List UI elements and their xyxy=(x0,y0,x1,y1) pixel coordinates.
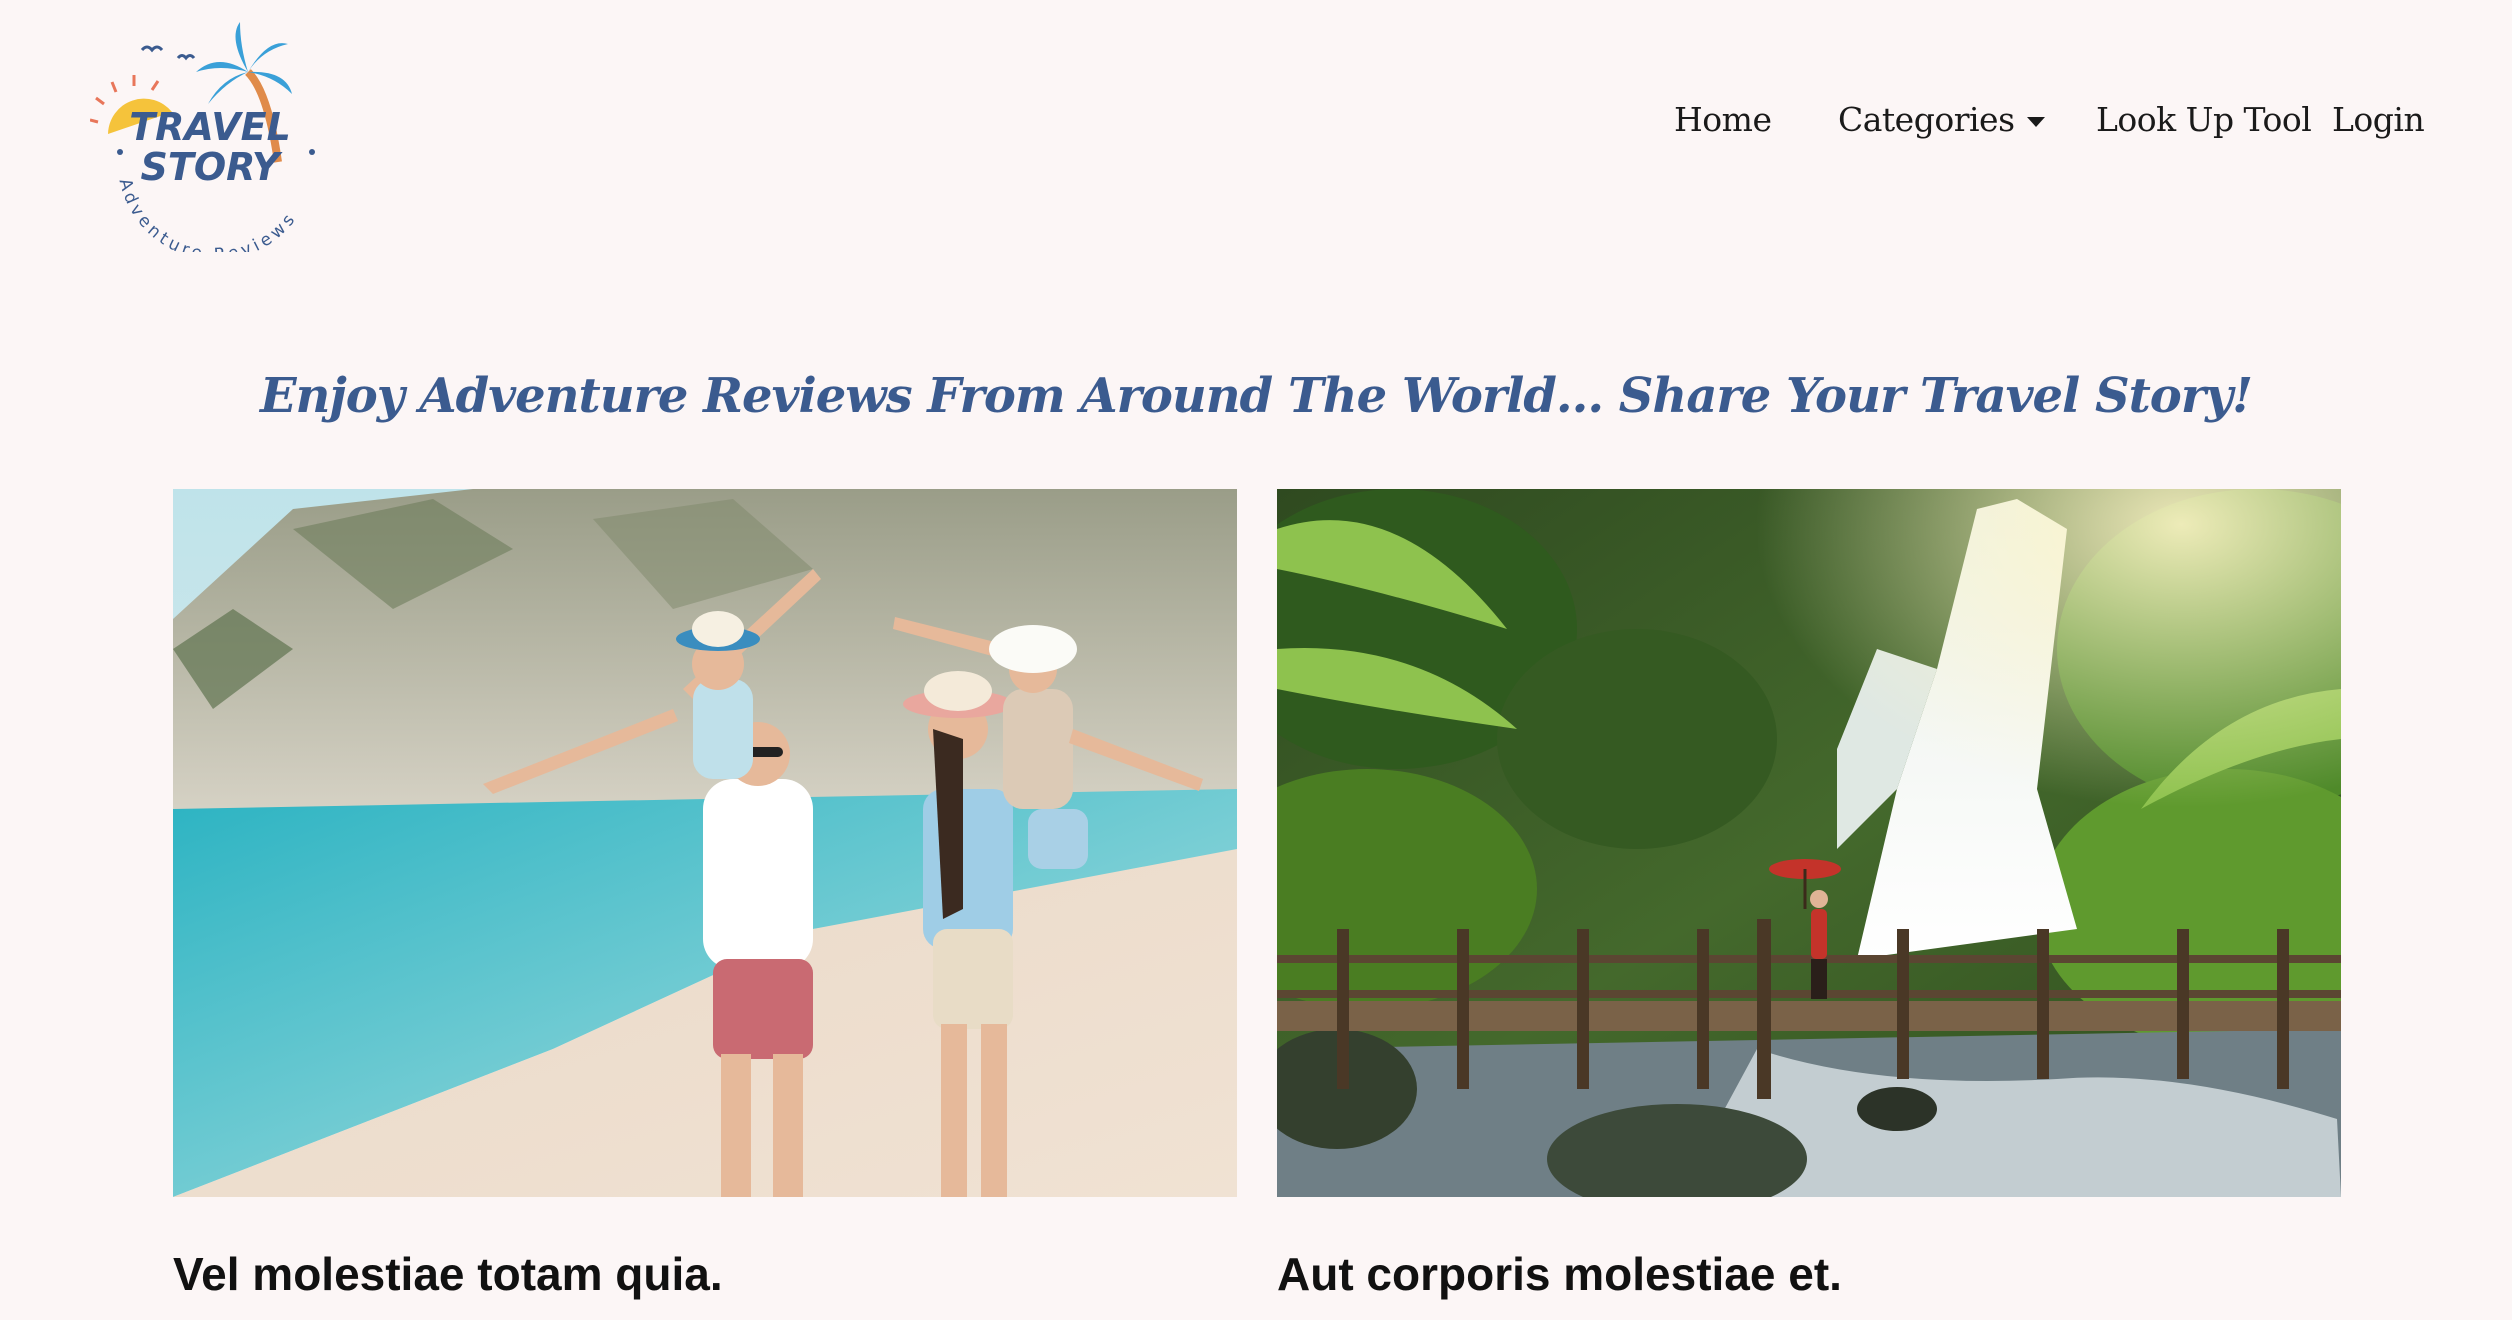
bird-icon xyxy=(140,45,196,61)
waterfall-bridge-photo[interactable] xyxy=(1277,489,2341,1197)
beach-family-photo[interactable] xyxy=(173,489,1237,1197)
page-tagline: Enjoy Adventure Reviews From Around The … xyxy=(259,368,2253,424)
caret-down-icon xyxy=(2026,117,2045,127)
review-card: Aut corporis molestiae et. xyxy=(1277,489,2341,1301)
review-card: Vel molestiae totam quia. xyxy=(173,489,1237,1301)
nav-look-up-tool-link[interactable]: Look Up Tool xyxy=(2096,100,2312,139)
nav-home-link[interactable]: Home xyxy=(1674,100,1772,139)
card-title[interactable]: Vel molestiae totam quia. xyxy=(173,1197,1237,1301)
nav-categories-dropdown[interactable]: Categories xyxy=(1838,100,2045,139)
nav-login-link[interactable]: Login xyxy=(2332,100,2425,139)
nav-categories-label: Categories xyxy=(1838,100,2015,139)
card-title[interactable]: Aut corporis molestiae et. xyxy=(1277,1197,2341,1301)
main-nav: Home Categories Look Up Tool Login xyxy=(0,100,2512,160)
